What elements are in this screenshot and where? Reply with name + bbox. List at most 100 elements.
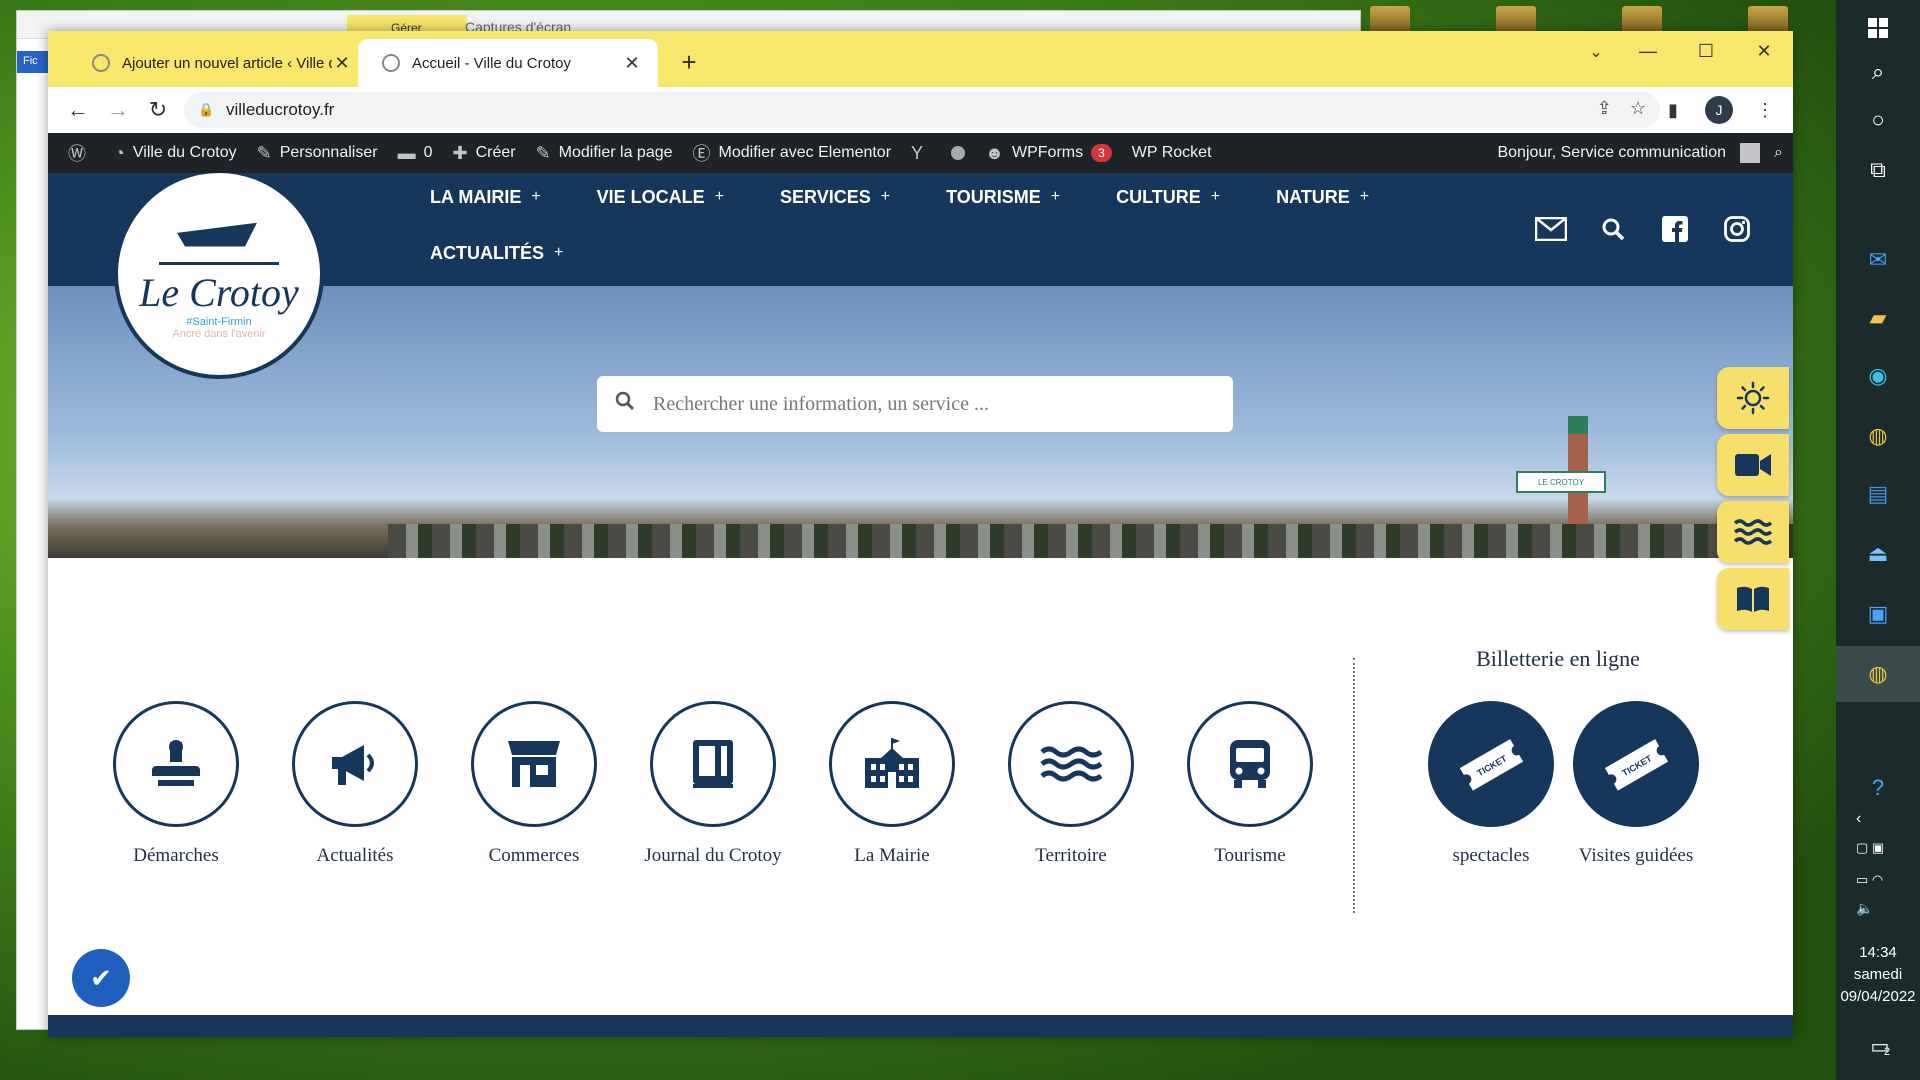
website-page: LA MAIRIE + VIE LOCALE + SERVICES + TOURISM… bbox=[48, 173, 1793, 1037]
service-la-mairie[interactable]: La Mairie bbox=[802, 701, 982, 867]
nav-services[interactable]: SERVICES + bbox=[780, 183, 890, 211]
side-panel-icon[interactable]: ▮ bbox=[1655, 92, 1691, 128]
help-icon[interactable]: ? bbox=[1836, 760, 1920, 816]
close-tab-icon[interactable]: ✕ bbox=[332, 53, 352, 74]
forward-button[interactable]: → bbox=[98, 90, 138, 130]
wp-wpforms[interactable]: ☻ WPForms 3 bbox=[975, 133, 1122, 173]
desktop-folder-icon[interactable] bbox=[1496, 6, 1536, 34]
address-bar[interactable]: 🔒 villeducrotoy.fr ⇪ ☆ bbox=[184, 92, 1660, 128]
service-label: Tourisme bbox=[1214, 845, 1286, 866]
wp-comments[interactable]: ▬ 0 bbox=[388, 133, 443, 173]
nav-nature[interactable]: NATURE + bbox=[1276, 183, 1369, 211]
volume-icon[interactable]: 🔈 bbox=[1856, 900, 1873, 917]
desktop-folder-icon[interactable] bbox=[1748, 6, 1788, 34]
waves-icon bbox=[1008, 701, 1134, 827]
nav-vie-locale[interactable]: VIE LOCALE + bbox=[597, 183, 724, 211]
expand-plus-icon: + bbox=[554, 244, 564, 261]
service-commerces[interactable]: Commerces bbox=[444, 701, 624, 867]
nav-culture[interactable]: CULTURE + bbox=[1116, 183, 1220, 211]
mail-icon[interactable] bbox=[1535, 215, 1567, 243]
taskbar-clock[interactable]: 14:34 samedi 09/04/2022 bbox=[1836, 942, 1920, 1008]
lock-icon[interactable]: 🔒 bbox=[198, 102, 218, 118]
show-hidden-icons-chevron[interactable]: ‹ bbox=[1856, 810, 1861, 828]
task-view-icon[interactable]: ⧉ bbox=[1836, 142, 1920, 198]
wp-edit-page[interactable]: ✎ Modifier la page bbox=[526, 133, 683, 173]
tab-search-chevron-icon[interactable]: ⌄ bbox=[1579, 39, 1613, 67]
edge-browser-icon[interactable]: ◉ bbox=[1836, 348, 1920, 404]
facebook-icon[interactable] bbox=[1659, 215, 1691, 243]
site-search-box[interactable] bbox=[597, 376, 1233, 432]
notification-count: 2 bbox=[1883, 1046, 1891, 1058]
close-window-button[interactable]: ✕ bbox=[1735, 31, 1793, 71]
notifications-button[interactable]: ▭ 2 bbox=[1836, 1018, 1920, 1074]
webcam-video-icon[interactable] bbox=[1717, 434, 1789, 496]
wp-new-content[interactable]: ✚ Créer bbox=[442, 133, 525, 173]
service-territoire[interactable]: Territoire bbox=[981, 701, 1161, 867]
battery-wifi-icons[interactable]: ▭ ◠ bbox=[1856, 872, 1883, 888]
profile-button[interactable]: J bbox=[1701, 92, 1737, 128]
service-actualites[interactable]: Actualités bbox=[265, 701, 445, 867]
nav-label: VIE LOCALE bbox=[596, 186, 705, 207]
url-text[interactable]: villeducrotoy.fr bbox=[226, 100, 334, 120]
tab-add-article[interactable]: Ajouter un nouvel article ‹ Ville d ✕ bbox=[68, 39, 368, 87]
nav-la-mairie[interactable]: LA MAIRIE + bbox=[430, 183, 541, 211]
nav-tourisme[interactable]: TOURISME + bbox=[946, 183, 1060, 211]
wp-seo-status[interactable] bbox=[941, 133, 975, 173]
wp-rocket[interactable]: WP Rocket bbox=[1122, 133, 1222, 173]
file-explorer-icon[interactable]: ▰ bbox=[1836, 290, 1920, 346]
billetterie-label: spectacles bbox=[1452, 845, 1530, 866]
tide-waves-icon[interactable] bbox=[1717, 501, 1789, 563]
service-label: Territoire bbox=[1035, 845, 1107, 866]
user-avatar[interactable] bbox=[1740, 143, 1761, 163]
wp-account-area: Bonjour, Service communication ⌕ bbox=[1497, 133, 1783, 173]
instagram-icon[interactable] bbox=[1721, 215, 1753, 243]
nav-actualites[interactable]: ACTUALITÉS + bbox=[430, 239, 563, 267]
wp-edit-elementor[interactable]: Ⓔ Modifier avec Elementor bbox=[683, 133, 902, 173]
scanner-app-icon[interactable]: ⏏ bbox=[1836, 526, 1920, 582]
billetterie-visites-guidees[interactable]: TICKET Visites guidées bbox=[1546, 701, 1726, 867]
photos-app-icon[interactable]: ▣ bbox=[1836, 586, 1920, 642]
wp-account-greeting[interactable]: Bonjour, Service communication bbox=[1497, 144, 1726, 162]
mail-app-icon[interactable]: ✉ bbox=[1836, 232, 1920, 288]
bookmark-star-icon[interactable]: ☆ bbox=[1630, 98, 1646, 119]
search-icon[interactable] bbox=[1597, 215, 1629, 243]
pencil-icon: ✎ bbox=[535, 142, 551, 163]
wp-yoast[interactable]: Y bbox=[901, 133, 941, 173]
reload-button[interactable]: ↻ bbox=[138, 90, 178, 130]
wp-logo-button[interactable]: Ⓦ bbox=[58, 133, 104, 173]
service-journal[interactable]: Journal du Crotoy bbox=[623, 701, 803, 867]
minimize-button[interactable]: — bbox=[1619, 31, 1677, 71]
service-label: Commerces bbox=[488, 845, 580, 866]
logo-tagline: Ancré dans l'avenir bbox=[172, 327, 266, 340]
chrome-menu-icon[interactable]: ⋮ bbox=[1747, 92, 1783, 128]
desktop-folder-icon[interactable] bbox=[1622, 6, 1662, 34]
new-tab-button[interactable]: + bbox=[672, 45, 706, 79]
logo-text: Le Crotoy bbox=[139, 269, 299, 315]
system-tray-icons[interactable]: ▢ ▣ bbox=[1856, 840, 1884, 856]
maximize-button[interactable]: ☐ bbox=[1677, 31, 1735, 71]
wp-customize[interactable]: ✎ Personnaliser bbox=[247, 133, 388, 173]
desktop-folder-icon[interactable] bbox=[1370, 6, 1410, 34]
chrome-profile-app-icon[interactable]: ◍ bbox=[1836, 646, 1920, 702]
site-logo[interactable]: Le Crotoy #Saint-Firmin Ancré dans l'ave… bbox=[114, 173, 324, 379]
share-icon[interactable]: ⇪ bbox=[1597, 98, 1612, 119]
open-book-icon[interactable] bbox=[1717, 568, 1789, 630]
wp-site-name[interactable]: ◔ Ville du Crotoy bbox=[104, 133, 247, 173]
omnibox-actions: ⇪ ☆ bbox=[1597, 98, 1646, 119]
document-app-icon[interactable]: ▤ bbox=[1836, 466, 1920, 522]
cortana-icon[interactable]: ○ bbox=[1836, 92, 1920, 148]
service-tourisme[interactable]: Tourisme bbox=[1160, 701, 1340, 867]
billetterie-title: Billetterie en ligne bbox=[1476, 646, 1640, 671]
close-tab-icon[interactable]: ✕ bbox=[622, 53, 642, 74]
back-button[interactable]: ← bbox=[58, 90, 98, 130]
service-demarches[interactable]: Démarches bbox=[86, 701, 266, 867]
main-navigation: LA MAIRIE + VIE LOCALE + SERVICES + TOURISM… bbox=[430, 183, 1370, 267]
chrome-app-icon[interactable]: ◍ bbox=[1836, 408, 1920, 464]
wp-search-icon[interactable]: ⌕ bbox=[1774, 144, 1783, 162]
status-dot-icon bbox=[951, 146, 966, 160]
weather-sun-icon[interactable] bbox=[1717, 367, 1789, 429]
expand-plus-icon: + bbox=[1210, 188, 1221, 205]
tab-accueil[interactable]: Accueil - Ville du Crotoy ✕ bbox=[358, 39, 658, 87]
search-input[interactable] bbox=[653, 392, 1213, 416]
accessibility-checkmark-button[interactable]: ✔ bbox=[72, 949, 130, 1007]
